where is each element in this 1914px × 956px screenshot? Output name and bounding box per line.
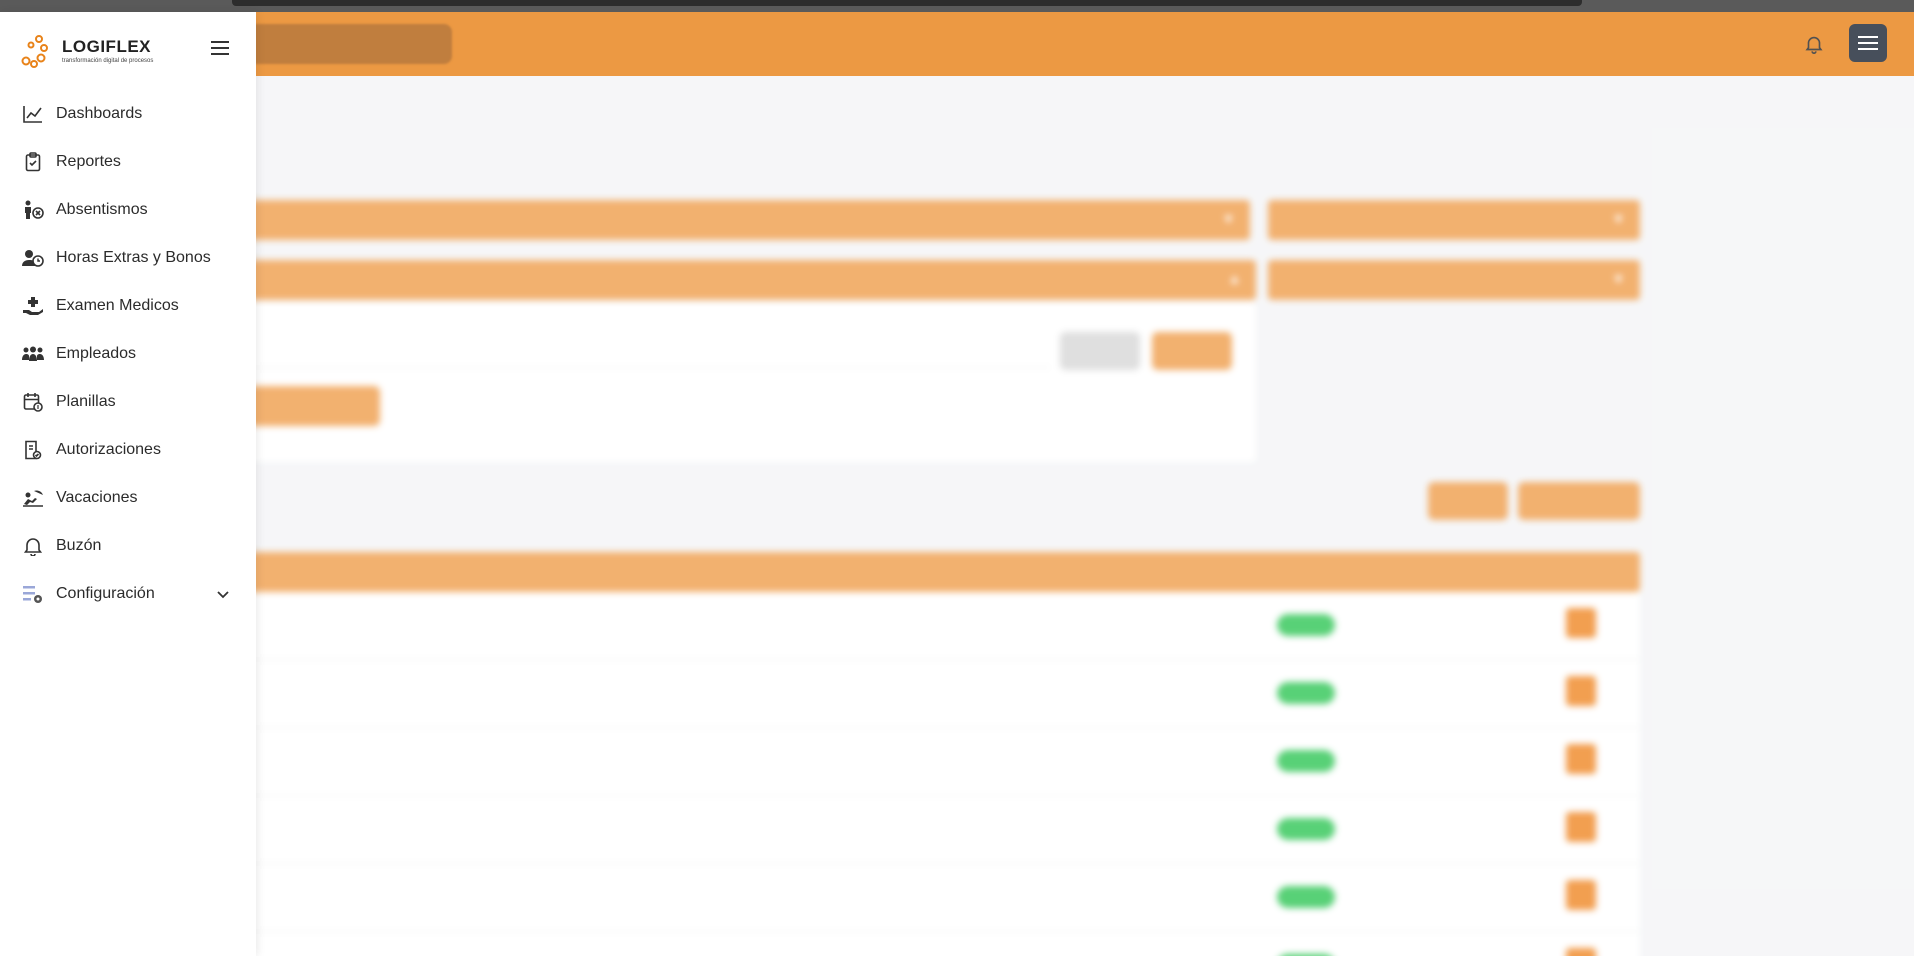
- top-header: [0, 12, 1914, 76]
- logiflex-logo-icon: [20, 31, 58, 69]
- table-row: [180, 592, 1640, 660]
- sidebar-item-configuracion[interactable]: Configuración: [0, 570, 256, 618]
- sidebar-item-label: Reportes: [56, 153, 121, 170]
- search-panel: [210, 302, 1256, 462]
- sidebar-item-dashboards[interactable]: Dashboards: [0, 90, 256, 138]
- beach-icon: [22, 487, 44, 509]
- table-header: [180, 552, 1640, 592]
- notifications-bell-icon[interactable]: [1800, 30, 1828, 58]
- sidebar-item-label: Autorizaciones: [56, 441, 161, 458]
- sidebar-item-label: Examen Medicos: [56, 297, 179, 314]
- actions-button[interactable]: [1518, 482, 1640, 520]
- advanced-search-button[interactable]: [240, 386, 380, 426]
- sidebar-nav: Dashboards Reportes Absentismos Horas Ex…: [0, 90, 256, 618]
- settings-list-icon: [22, 583, 44, 605]
- medical-hand-icon: [22, 295, 44, 317]
- brand-tagline: transformación digital de procesos: [62, 57, 154, 64]
- sidebar-item-label: Empleados: [56, 345, 137, 362]
- accordion-search[interactable]: ▴: [210, 260, 1256, 300]
- sidebar-item-label: Vacaciones: [56, 489, 138, 506]
- accordion-featured[interactable]: ▾: [210, 200, 1250, 240]
- accordion-quick-access[interactable]: ▾: [1268, 200, 1640, 240]
- sidebar: LOGIFLEX transformación digital de proce…: [0, 12, 256, 956]
- table-row: [180, 932, 1640, 956]
- calendar-money-icon: [22, 391, 44, 413]
- sidebar-item-label: Configuración: [56, 585, 155, 602]
- search-field[interactable]: [250, 332, 1050, 368]
- browser-top-strip: [0, 0, 1914, 12]
- export-button[interactable]: [1428, 482, 1508, 520]
- table-row: [180, 864, 1640, 932]
- sidebar-item-autorizaciones[interactable]: Autorizaciones: [0, 426, 256, 474]
- accordion-stats[interactable]: ▾: [1268, 260, 1640, 300]
- sidebar-item-examen-medicos[interactable]: Examen Medicos: [0, 282, 256, 330]
- blurred-main-content: ▾ ▾ ▴ ▾: [0, 76, 1914, 956]
- table-row: [180, 796, 1640, 864]
- sidebar-item-label: Horas Extras y Bonos: [56, 249, 211, 266]
- sidebar-item-label: Planillas: [56, 393, 116, 410]
- sidebar-item-empleados[interactable]: Empleados: [0, 330, 256, 378]
- sidebar-item-reportes[interactable]: Reportes: [0, 138, 256, 186]
- search-button[interactable]: [1152, 332, 1232, 370]
- table-row: [180, 660, 1640, 728]
- sidebar-item-label: Absentismos: [56, 201, 148, 218]
- user-clock-icon: [22, 247, 44, 269]
- header-menu-button[interactable]: [1849, 24, 1887, 62]
- chevron-down-icon[interactable]: [214, 585, 232, 603]
- document-check-icon: [22, 439, 44, 461]
- brand-name: LOGIFLEX: [62, 36, 151, 56]
- sidebar-item-label: Dashboards: [56, 105, 143, 122]
- person-x-icon: [22, 199, 44, 221]
- brand-logo: LOGIFLEX transformación digital de proce…: [20, 30, 165, 70]
- sidebar-item-buzon[interactable]: Buzón: [0, 522, 256, 570]
- sidebar-item-horas-extras[interactable]: Horas Extras y Bonos: [0, 234, 256, 282]
- chart-line-icon: [22, 103, 44, 125]
- sidebar-item-absentismos[interactable]: Absentismos: [0, 186, 256, 234]
- sidebar-item-vacaciones[interactable]: Vacaciones: [0, 474, 256, 522]
- sidebar-toggle-icon[interactable]: [208, 36, 232, 60]
- sidebar-item-label: Buzón: [56, 537, 102, 554]
- clipboard-icon: [22, 151, 44, 173]
- table-row: [180, 728, 1640, 796]
- people-icon: [22, 343, 44, 365]
- clear-button[interactable]: [1060, 332, 1140, 370]
- sidebar-item-planillas[interactable]: Planillas: [0, 378, 256, 426]
- bell-icon: [22, 535, 44, 557]
